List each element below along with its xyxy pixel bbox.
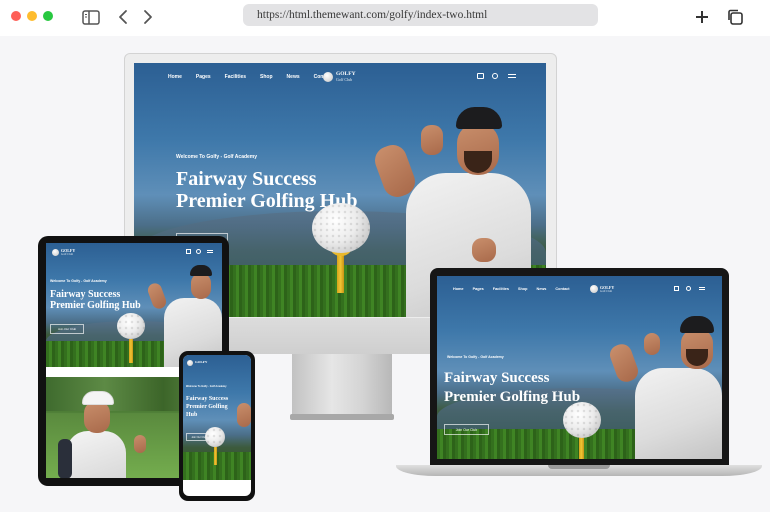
cart-icon[interactable] — [674, 286, 679, 291]
golf-tee — [337, 253, 344, 293]
hero-title-line2: Premier Golfing Hub — [444, 389, 581, 405]
golf-ball-logo-icon — [323, 72, 333, 82]
address-bar[interactable]: https://html.themewant.com/golfy/index-t… — [243, 4, 598, 26]
minimize-window-button[interactable] — [27, 11, 37, 21]
cart-icon[interactable] — [186, 249, 191, 254]
cart-icon[interactable] — [477, 73, 484, 79]
monitor-stand — [292, 354, 392, 418]
nav-home[interactable]: Home — [168, 74, 182, 80]
nav-pages[interactable]: Pages — [196, 74, 211, 80]
plus-icon[interactable] — [692, 8, 712, 26]
main-nav: Home Pages Facilities Shop News Contact — [453, 287, 570, 291]
search-icon[interactable] — [492, 73, 498, 79]
white-cap — [82, 391, 114, 405]
browser-toolbar: https://html.themewant.com/golfy/index-t… — [0, 0, 770, 36]
laptop-screen: Home Pages Facilities Shop News Contact … — [437, 276, 722, 459]
hero-title-line1: Fairway Success — [444, 370, 550, 386]
menu-icon[interactable] — [699, 287, 705, 288]
monitor-foot — [290, 414, 394, 420]
forward-arrow-icon[interactable] — [138, 8, 158, 26]
maximize-window-button[interactable] — [43, 11, 53, 21]
close-window-button[interactable] — [11, 11, 21, 21]
back-arrow-icon[interactable] — [113, 8, 133, 26]
tabs-icon[interactable] — [725, 8, 745, 26]
welcome-text: Welcome To Golfy - Golf Academy — [176, 154, 258, 160]
hero-title-line1: Fairway Success — [176, 168, 317, 190]
menu-icon[interactable] — [508, 74, 516, 75]
nav-facilities[interactable]: Facilities — [225, 74, 246, 80]
phone-screen: GOLFY Welcome To Golfy - Golf Academy Fa… — [183, 355, 251, 496]
cap — [456, 107, 502, 129]
site-logo-tagline: Golf Club — [336, 77, 353, 82]
search-icon[interactable] — [196, 249, 201, 254]
main-nav: Home Pages Facilities Shop News Contact — [168, 74, 332, 80]
hero-title-line2: Premier Golfing Hub — [50, 300, 141, 311]
hero-title-line1: Fairway Success — [50, 289, 121, 300]
nav-news[interactable]: News — [287, 74, 300, 80]
sidebar-icon[interactable] — [81, 8, 101, 26]
nav-shop[interactable]: Shop — [260, 74, 273, 80]
menu-icon[interactable] — [207, 250, 213, 251]
golf-ball — [312, 203, 370, 253]
search-icon[interactable] — [686, 286, 691, 291]
